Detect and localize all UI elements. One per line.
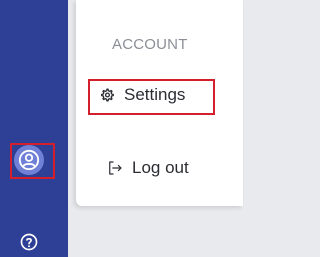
menu-item-settings[interactable]: Settings xyxy=(98,85,185,105)
menu-item-logout[interactable]: Log out xyxy=(106,158,189,178)
sidebar xyxy=(0,0,68,257)
user-circle-icon xyxy=(18,149,40,171)
menu-item-settings-label: Settings xyxy=(124,85,186,104)
menu-item-logout-label: Log out xyxy=(132,158,189,177)
question-circle-icon xyxy=(20,233,38,251)
help-button[interactable] xyxy=(20,233,38,251)
logout-icon xyxy=(106,159,124,177)
section-label-account: ACCOUNT xyxy=(112,36,188,53)
gear-icon xyxy=(98,86,116,104)
account-menu: ACCOUNT Settings Log out xyxy=(76,0,243,206)
account-button[interactable] xyxy=(14,145,44,175)
